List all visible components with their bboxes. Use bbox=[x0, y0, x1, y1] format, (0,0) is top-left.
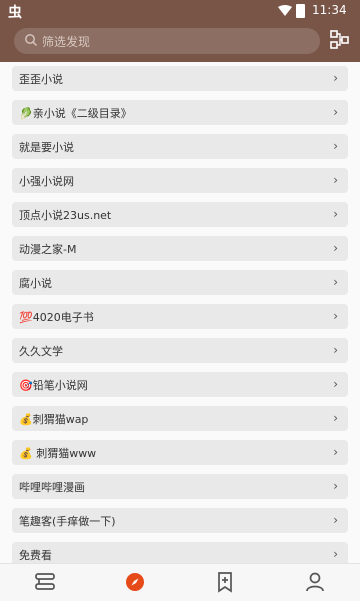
search-input[interactable]: 筛选发现 bbox=[14, 28, 320, 54]
app-notification-icon: 虫 bbox=[8, 5, 22, 21]
source-item-label: 🎯铅笔小说网 bbox=[19, 379, 88, 392]
status-bar: 虫 11:34 bbox=[0, 0, 360, 22]
source-item[interactable]: 🎯铅笔小说网 › bbox=[12, 372, 348, 397]
source-item[interactable]: 动漫之家-M › bbox=[12, 236, 348, 261]
source-item-label: 💯4020电子书 bbox=[19, 311, 94, 324]
chevron-right-icon: › bbox=[333, 241, 338, 255]
discover-icon[interactable] bbox=[123, 570, 147, 594]
chevron-right-icon: › bbox=[333, 411, 338, 425]
chevron-right-icon: › bbox=[333, 275, 338, 289]
battery-icon bbox=[296, 4, 305, 18]
search-icon bbox=[25, 34, 37, 46]
bookmark-add-icon[interactable] bbox=[213, 570, 237, 594]
bottom-navigation bbox=[0, 563, 360, 601]
source-item[interactable]: 💰 刺猬猫www › bbox=[12, 440, 348, 465]
source-item-label: 久久文学 bbox=[19, 345, 63, 358]
profile-icon[interactable] bbox=[303, 570, 327, 594]
source-item[interactable]: 哔哩哔哩漫画 › bbox=[12, 474, 348, 499]
source-item-label: 小强小说网 bbox=[19, 175, 74, 188]
chevron-right-icon: › bbox=[333, 139, 338, 153]
source-item[interactable]: 就是要小说 › bbox=[12, 134, 348, 159]
source-item[interactable]: 久久文学 › bbox=[12, 338, 348, 363]
chevron-right-icon: › bbox=[333, 105, 338, 119]
source-item-label: 顶点小说23us.net bbox=[19, 209, 112, 222]
source-item-label: 💰 刺猬猫www bbox=[19, 447, 97, 460]
chevron-right-icon: › bbox=[333, 309, 338, 323]
source-item[interactable]: 腐小说 › bbox=[12, 270, 348, 295]
wifi-icon bbox=[278, 5, 292, 16]
source-item-label: 免费看 bbox=[19, 549, 52, 562]
chevron-right-icon: › bbox=[333, 343, 338, 357]
chevron-right-icon: › bbox=[333, 377, 338, 391]
source-item-label: 动漫之家-M bbox=[19, 243, 77, 256]
chevron-right-icon: › bbox=[333, 207, 338, 221]
source-item[interactable]: 💰刺猬猫wap › bbox=[12, 406, 348, 431]
source-list: 歪歪小说 › 🥬亲小说《二级目录》 › 就是要小说 › 小强小说网 › 顶点小说… bbox=[0, 62, 360, 563]
chevron-right-icon: › bbox=[333, 173, 338, 187]
chevron-right-icon: › bbox=[333, 547, 338, 561]
top-app-bar: 虫 11:34 筛选发现 bbox=[0, 0, 360, 62]
source-item-label: 歪歪小说 bbox=[19, 73, 63, 86]
source-item-label: 哔哩哔哩漫画 bbox=[19, 481, 85, 494]
source-item-label: 💰刺猬猫wap bbox=[19, 413, 89, 426]
chevron-right-icon: › bbox=[333, 445, 338, 459]
source-item[interactable]: 💯4020电子书 › bbox=[12, 304, 348, 329]
source-item[interactable]: 小强小说网 › bbox=[12, 168, 348, 193]
source-item-label: 🥬亲小说《二级目录》 bbox=[19, 107, 132, 120]
chevron-right-icon: › bbox=[333, 71, 338, 85]
bookshelf-icon[interactable] bbox=[33, 570, 57, 594]
source-item[interactable]: 免费看 › bbox=[12, 542, 348, 563]
source-item-label: 腐小说 bbox=[19, 277, 52, 290]
source-item[interactable]: 笔趣客(手痒做一下) › bbox=[12, 508, 348, 533]
source-item-label: 笔趣客(手痒做一下) bbox=[19, 515, 116, 528]
search-placeholder: 筛选发现 bbox=[42, 35, 91, 49]
chevron-right-icon: › bbox=[333, 479, 338, 493]
chevron-right-icon: › bbox=[333, 513, 338, 527]
source-item[interactable]: 顶点小说23us.net › bbox=[12, 202, 348, 227]
group-menu-icon[interactable] bbox=[330, 30, 350, 50]
source-item[interactable]: 歪歪小说 › bbox=[12, 66, 348, 91]
source-item-label: 就是要小说 bbox=[19, 141, 74, 154]
source-item[interactable]: 🥬亲小说《二级目录》 › bbox=[12, 100, 348, 125]
status-time: 11:34 bbox=[312, 3, 347, 17]
